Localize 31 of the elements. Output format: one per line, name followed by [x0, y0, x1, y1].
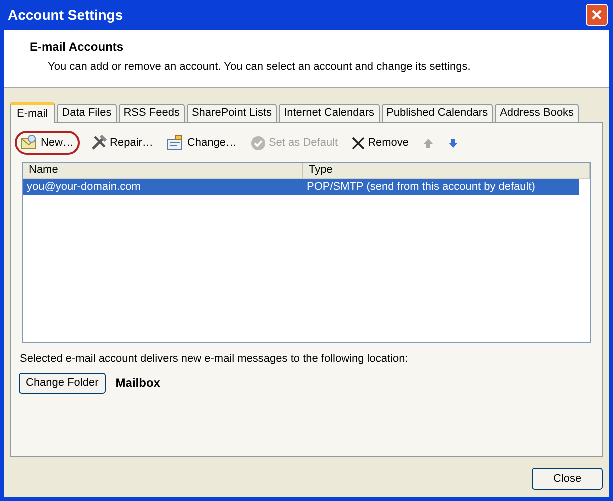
- toolbar-button[interactable]: Change…: [164, 131, 240, 155]
- delivery-description: Selected e-mail account delivers new e-mail messages to the following location:: [20, 352, 410, 367]
- toolbar-button[interactable]: Repair…: [88, 131, 156, 155]
- section-title: E-mail Accounts: [30, 39, 125, 56]
- tab[interactable]: Address Books: [495, 104, 580, 122]
- up-arrow-icon: [423, 138, 434, 148]
- toolbar-button[interactable]: New…: [15, 131, 80, 155]
- toolbar-button[interactable]: Remove: [349, 131, 412, 155]
- close-button[interactable]: Close: [532, 468, 603, 490]
- tab[interactable]: Published Calendars: [382, 104, 494, 122]
- tab[interactable]: SharePoint Lists: [186, 104, 278, 122]
- column-header[interactable]: Name: [23, 163, 303, 178]
- account-row[interactable]: you@your-domain.com POP/SMTP (send from this account by default): [23, 179, 579, 195]
- table-cell-text: POP/SMTP (send from this account by default): [306, 180, 536, 195]
- down-arrow-icon: [448, 138, 460, 148]
- card-file-icon: [167, 135, 184, 151]
- x-icon: [352, 136, 366, 150]
- delivery-location: Mailbox: [116, 375, 160, 392]
- section-description: You can add or remove an account. You can select an account and change its settings.: [47, 60, 472, 75]
- check-circle-icon: [250, 136, 266, 150]
- window-title: Account Settings: [8, 6, 124, 25]
- tab[interactable]: Internet Calendars: [279, 104, 380, 122]
- table-cell-text: you@your-domain.com: [26, 180, 142, 195]
- close-icon[interactable]: [586, 4, 608, 26]
- tab[interactable]: RSS Feeds: [118, 104, 185, 122]
- envelope-icon: [21, 135, 38, 151]
- tools-icon: [91, 135, 108, 151]
- column-header[interactable]: Type: [303, 163, 590, 178]
- tab[interactable]: E-mail: [10, 102, 56, 123]
- change-folder-button[interactable]: Change Folder: [19, 372, 106, 394]
- tab[interactable]: Data Files: [57, 104, 117, 122]
